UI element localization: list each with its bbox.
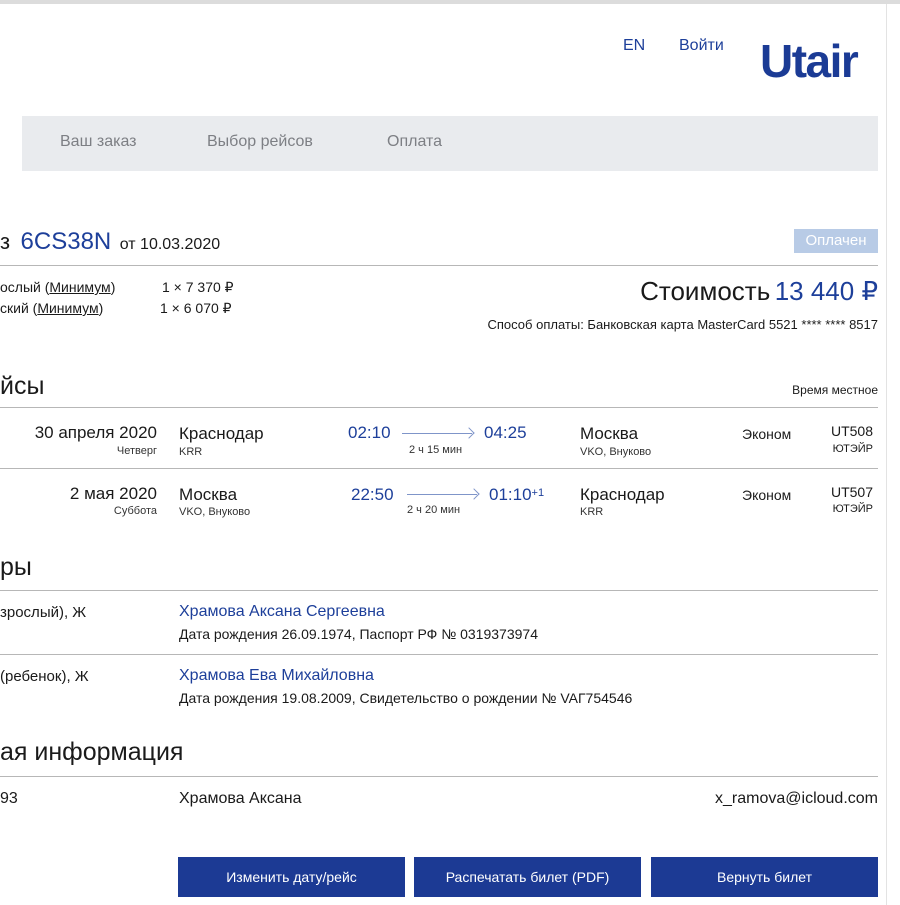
flight-duration: 2 ч 20 мин xyxy=(407,504,461,516)
contact-phone: 93 xyxy=(0,790,18,807)
total-price-label: Стоимость xyxy=(640,276,771,306)
departure-airport: VKO, Внуково xyxy=(179,506,251,518)
flight-number: UT508 xyxy=(830,423,873,439)
airline-name: ЮТЭЙР xyxy=(832,503,873,515)
contact-section-title: ая информация xyxy=(0,738,184,766)
fare-amount-child: 1 × 6 070 ₽ xyxy=(160,300,232,316)
arrival-airport: VKO, Внуково xyxy=(580,446,652,458)
airline-name: ЮТЭЙР xyxy=(832,443,873,455)
divider xyxy=(0,590,878,591)
status-badge: Оплачен xyxy=(794,229,878,253)
step-flight-selection[interactable]: Выбор рейсов xyxy=(207,133,313,151)
divider xyxy=(0,407,878,408)
total-price: Стоимость 13 440 ₽ xyxy=(640,276,878,307)
refund-ticket-button[interactable]: Вернуть билет xyxy=(651,857,878,897)
order-code: 6CS38N xyxy=(20,228,112,255)
flight-date: 2 мая 2020 xyxy=(69,484,157,503)
local-time-note: Время местное xyxy=(792,383,878,397)
divider xyxy=(0,776,878,777)
page-edge xyxy=(886,4,887,905)
flight-number: UT507 xyxy=(830,484,873,500)
arrival-time-group: 01:10+1 xyxy=(489,481,545,504)
divider xyxy=(0,654,878,655)
fare-row-adult: ослый (Минимум) xyxy=(0,279,115,295)
total-price-value: 13 440 ₽ xyxy=(774,276,878,306)
utair-logo[interactable]: Utair xyxy=(760,34,859,88)
fare-passenger-type: ослый ( xyxy=(0,279,50,295)
fare-tariff-link[interactable]: Минимум xyxy=(37,300,98,316)
language-switch-link[interactable]: EN xyxy=(623,37,645,55)
fare-amount-adult: 1 × 7 370 ₽ xyxy=(162,279,234,295)
arrival-airport: KRR xyxy=(580,506,604,518)
print-ticket-button[interactable]: Распечатать билет (PDF) xyxy=(414,857,641,897)
cabin-class: Эконом xyxy=(742,426,792,442)
arrival-time: 04:25 xyxy=(484,423,527,442)
passenger-type: (ребенок), Ж xyxy=(0,668,89,685)
divider xyxy=(0,265,878,266)
flight-date: 30 апреля 2020 xyxy=(34,423,157,442)
booking-steps-bar: Ваш заказ Выбор рейсов Оплата xyxy=(22,116,878,171)
order-date: от 10.03.2020 xyxy=(119,236,221,253)
next-day-marker: +1 xyxy=(531,487,545,499)
payment-method: Способ оплаты: Банковская карта MasterCa… xyxy=(487,317,879,332)
order-heading: з 6CS38N от 10.03.2020 xyxy=(0,228,220,256)
flight-weekday: Суббота xyxy=(113,505,157,517)
fare-row-child: ский (Минимум) xyxy=(0,300,103,316)
fare-passenger-type-end: ) xyxy=(98,300,104,316)
login-link[interactable]: Войти xyxy=(679,37,724,55)
passenger-name[interactable]: Храмова Ева Михайловна xyxy=(179,667,374,685)
departure-airport: KRR xyxy=(179,446,203,458)
flight-weekday: Четверг xyxy=(116,445,157,457)
departure-time: 22:50 xyxy=(351,485,394,504)
arrow-right-icon xyxy=(407,494,477,495)
fare-passenger-type-end: ) xyxy=(110,279,116,295)
contact-name: Храмова Аксана xyxy=(179,790,302,807)
departure-city: Москва xyxy=(179,485,238,504)
step-your-order[interactable]: Ваш заказ xyxy=(60,133,137,151)
order-heading-prefix: з xyxy=(0,229,11,254)
arrival-city: Москва xyxy=(580,424,639,443)
fare-passenger-type: ский ( xyxy=(0,300,38,316)
flights-section-title: йсы xyxy=(0,372,45,400)
top-border xyxy=(0,0,900,4)
step-payment[interactable]: Оплата xyxy=(387,133,442,151)
change-flight-button[interactable]: Изменить дату/рейс xyxy=(178,857,405,897)
flight-duration: 2 ч 15 мин xyxy=(409,444,463,456)
divider xyxy=(0,468,878,469)
arrow-right-icon xyxy=(402,433,472,434)
arrival-time: 01:10 xyxy=(489,485,532,504)
passenger-name[interactable]: Храмова Аксана Сергеевна xyxy=(179,603,385,621)
fare-tariff-link[interactable]: Минимум xyxy=(49,279,110,295)
arrival-city: Краснодар xyxy=(580,485,665,504)
passengers-section-title: ры xyxy=(0,553,32,581)
contact-email: x_ramova@icloud.com xyxy=(715,790,878,807)
passenger-document: Дата рождения 19.08.2009, Свидетельство … xyxy=(179,690,633,706)
cabin-class: Эконом xyxy=(742,487,792,503)
departure-city: Краснодар xyxy=(179,424,264,443)
departure-time: 02:10 xyxy=(348,423,391,442)
passenger-document: Дата рождения 26.09.1974, Паспорт РФ № 0… xyxy=(179,626,538,642)
passenger-type: зрослый), Ж xyxy=(0,604,87,621)
